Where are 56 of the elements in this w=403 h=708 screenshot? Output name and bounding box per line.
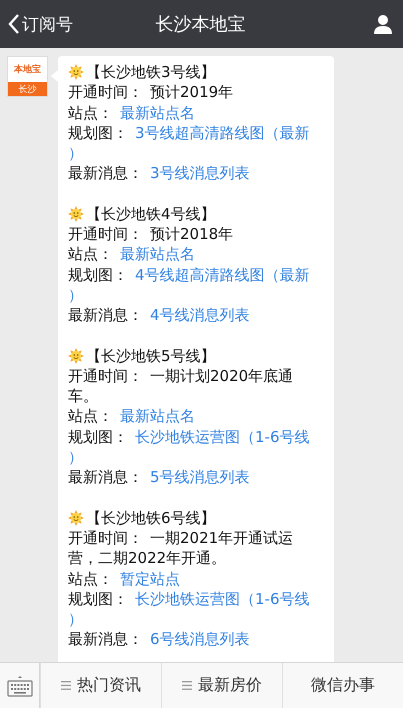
link[interactable]: ） <box>68 144 83 162</box>
info-label: 站点： <box>68 245 113 264</box>
info-label: 规划图： <box>68 590 128 608</box>
info-label: 最新消息： <box>68 630 143 648</box>
profile-button[interactable] <box>373 14 393 34</box>
sun-icon <box>68 510 84 526</box>
info-label: 开通时间： <box>68 366 143 385</box>
link[interactable]: 最新站点名 <box>120 407 195 426</box>
link[interactable]: ） <box>68 610 83 628</box>
link[interactable]: 长沙地铁运营图（1-6号线 <box>135 428 310 446</box>
info-label: 最新消息： <box>68 164 143 182</box>
info-label: 站点： <box>68 570 113 588</box>
link[interactable]: 4号线消息列表 <box>150 306 250 324</box>
info-label: 开通时间： <box>68 83 143 102</box>
sun-icon <box>68 206 84 222</box>
info-label: 站点： <box>68 407 113 426</box>
link[interactable]: 暂定站点 <box>120 570 180 588</box>
info-value: 车。 <box>68 387 98 406</box>
keyboard-icon <box>6 674 32 696</box>
window-title: 长沙本地宝 <box>156 13 246 36</box>
info-label: 最新消息： <box>68 306 143 324</box>
person-icon <box>373 14 393 34</box>
info-label: 规划图： <box>68 266 128 284</box>
info-label: 规划图： <box>68 428 128 446</box>
account-avatar[interactable]: 本地宝 长沙 <box>7 56 48 97</box>
info-label: 规划图： <box>68 124 128 142</box>
section-title: 【长沙地铁6号线】 <box>86 508 216 528</box>
link[interactable]: ） <box>68 286 83 304</box>
link[interactable]: 3号线超高清路线图（最新 <box>135 124 310 142</box>
sun-icon <box>68 348 84 364</box>
info-label: 开通时间： <box>68 528 143 547</box>
info-value: 预计2019年 <box>150 83 234 102</box>
section-title: 【长沙地铁5号线】 <box>86 346 216 366</box>
link[interactable]: 6号线消息列表 <box>150 630 250 648</box>
section-title: 【长沙地铁3号线】 <box>86 62 216 82</box>
link[interactable]: 最新站点名 <box>120 104 195 122</box>
menu-button[interactable]: 热门资讯 <box>40 663 161 708</box>
section-title: 【长沙地铁4号线】 <box>86 204 216 224</box>
link[interactable]: 3号线消息列表 <box>150 164 250 182</box>
sun-icon <box>68 64 84 80</box>
info-label: 开通时间： <box>68 225 143 244</box>
menu-button[interactable]: 微信办事 <box>282 663 403 708</box>
info-label: 最新消息： <box>68 468 143 486</box>
info-value: 一期计划2020年底通 <box>150 366 294 385</box>
info-label: 站点： <box>68 104 113 122</box>
back-icon <box>8 13 20 35</box>
link[interactable]: 4号线超高清路线图（最新 <box>135 266 310 284</box>
info-value: 预计2018年 <box>150 225 234 244</box>
info-value: 一期2021年开通试运 <box>150 528 294 547</box>
link[interactable]: 5号线消息列表 <box>150 468 250 486</box>
link[interactable]: 最新站点名 <box>120 245 195 264</box>
menu-button[interactable]: 最新房价 <box>161 663 282 708</box>
link[interactable]: 长沙地铁运营图（1-6号线 <box>135 590 310 608</box>
info-value: 营，二期2022年开通。 <box>68 549 226 568</box>
link[interactable]: ） <box>68 448 83 466</box>
back-button[interactable]: 订阅号 <box>8 12 73 36</box>
